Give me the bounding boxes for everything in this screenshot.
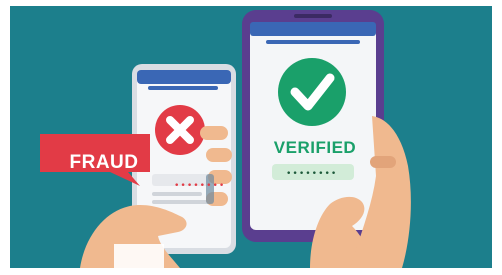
checkmark-icon [278,58,346,126]
fraud-label: FRAUD [69,152,139,173]
fraud-pin-code: •••••••• [174,181,226,191]
fraud-phone-header [137,70,231,84]
verified-phone-header [250,22,376,36]
fraud-vs-verified-illustration: FRAUD •••••••• VERIFIED •••••••• [10,6,492,268]
x-icon [155,105,205,155]
verified-label: VERIFIED [273,138,357,157]
illustration-canvas [10,6,492,268]
verified-pin-code: •••••••• [286,169,338,179]
